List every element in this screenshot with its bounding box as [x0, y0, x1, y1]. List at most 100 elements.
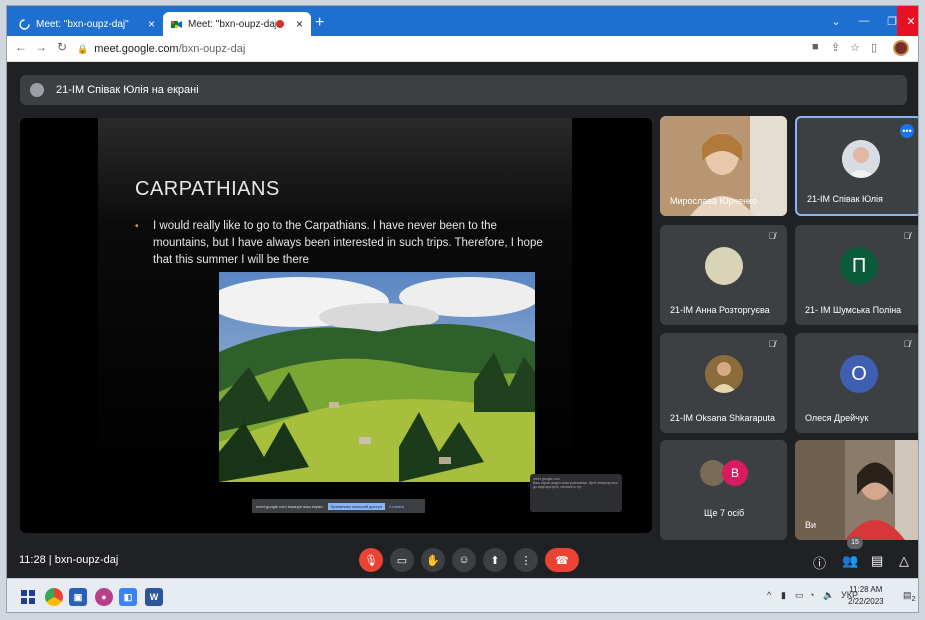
camera-icon: ▭ [396, 554, 408, 567]
address-bar[interactable]: 🔒 meet.google.com/bxn-oupz-daj [77, 39, 777, 59]
new-tab-icon[interactable]: + [315, 14, 324, 32]
participant-tile[interactable]: 🎙̸ 21-ІМ Oksana Shkaraputa [660, 333, 787, 433]
participant-tile[interactable]: Мирослава Юрченко [660, 116, 787, 216]
stop-sharing-button[interactable]: Припинити спільний доступ [327, 502, 385, 510]
raise-hand-button[interactable]: ✋ [421, 548, 445, 572]
notification-center-icon[interactable]: ▤2 [903, 590, 916, 603]
slide: CARPATHIANS • I would really like to go … [98, 118, 572, 482]
presentation-stage[interactable]: CARPATHIANS • I would really like to go … [20, 118, 652, 533]
participant-tile[interactable]: 🎙̸ 21-ІМ Анна Розторгуєва [660, 225, 787, 325]
participant-name: Мирослава Юрченко [670, 196, 758, 206]
participant-tile-active[interactable]: ••• 21-ІМ Співак Юлія [795, 116, 918, 216]
participant-name: 21- ІМ Шумська Поліна [805, 305, 902, 315]
slide-photo-mountains [219, 272, 535, 482]
back-icon[interactable]: ← [15, 40, 27, 54]
close-tab-icon[interactable]: × [296, 17, 303, 31]
tray-chevron-icon[interactable]: ^ [767, 590, 771, 600]
mic-off-icon: 🎙̸ [903, 339, 911, 349]
url-path: /bxn-oupz-daj [178, 43, 246, 55]
presenter-avatar [30, 83, 44, 97]
system-clock[interactable]: 11:28 AM 2/22/2023 [848, 584, 884, 608]
presenting-text: 21-ІМ Співак Юлія на екрані [56, 84, 199, 96]
google-meet-icon [171, 19, 182, 30]
word-icon[interactable]: W [145, 588, 163, 606]
forward-icon[interactable]: → [35, 40, 47, 54]
tab-title: Meet: "bxn-oupz-daj" [188, 18, 276, 30]
participant-initial-avatar: П [840, 247, 878, 285]
mic-toggle-button[interactable]: 🎙 [359, 548, 383, 572]
windows-taskbar: ▣ ● ◧ W ^ ▮ ▭ ◔ 🔈 УКР 11:28 AM 2/22/2023… [7, 578, 918, 612]
tray-battery-icon[interactable]: ▭ [795, 590, 804, 601]
tab-search-icon[interactable]: ⌄ [822, 6, 850, 36]
people-icon[interactable]: 👥 [842, 553, 858, 569]
meet-main: 21-ІМ Співак Юлія на екрані CARPATHIANS … [7, 63, 918, 578]
screen: Meet: "bxn-oupz-daj" × Meet: "bxn-oupz-d… [6, 5, 919, 613]
paint-icon[interactable]: ● [95, 588, 113, 606]
tab-title: Meet: "bxn-oupz-daj" [36, 18, 129, 30]
slide-title: CARPATHIANS [135, 178, 280, 200]
camera-indicator-icon[interactable]: ■ [812, 41, 819, 53]
bullet-icon: • [135, 221, 139, 232]
more-options-button[interactable]: ⋮ [514, 548, 538, 572]
browser-tab-1[interactable]: Meet: "bxn-oupz-daj" × [11, 12, 163, 36]
share-icon[interactable]: ⇪ [831, 41, 840, 54]
leave-call-button[interactable]: ☎ [545, 548, 579, 572]
emoji-icon: ☺ [458, 554, 470, 566]
browser-tabstrip: Meet: "bxn-oupz-daj" × Meet: "bxn-oupz-d… [7, 6, 918, 36]
participant-name: 21-ІМ Oksana Shkaraputa [670, 413, 776, 423]
camera-toggle-button[interactable]: ▭ [390, 548, 414, 572]
browser-tab-2[interactable]: Meet: "bxn-oupz-daj" × [163, 12, 311, 36]
mic-off-icon: 🎙̸ [903, 231, 911, 241]
close-window-icon[interactable]: ✕ [897, 6, 918, 36]
mic-off-icon: 🎙̸ [768, 339, 776, 349]
participant-initial-avatar: В [722, 460, 748, 486]
presenting-banner: 21-ІМ Співак Юлія на екрані [20, 75, 907, 105]
hand-icon: ✋ [426, 554, 440, 567]
self-name: Ви [805, 520, 817, 530]
activities-icon[interactable]: △ [899, 553, 909, 569]
participant-name: Олеся Дрейчук [805, 413, 869, 423]
people-count-badge: 15 [847, 537, 863, 549]
side-panel-icon[interactable]: ▯ [871, 41, 877, 54]
share-bar-text: meet.google.com показує ваш екран. [256, 503, 324, 509]
meet-mini-popup[interactable]: meet.google.com Ваш екран видно всім уча… [530, 474, 622, 512]
self-tile[interactable]: Ви [795, 440, 918, 540]
more-vert-icon: ⋮ [520, 554, 532, 567]
screen-share-bar: meet.google.com показує ваш екран. Припи… [252, 499, 425, 513]
participant-photo-avatar [705, 247, 743, 285]
chrome-icon[interactable] [45, 588, 63, 606]
minimize-icon[interactable]: — [850, 6, 878, 36]
app-icon[interactable]: ◧ [119, 588, 137, 606]
present-now-button[interactable]: ⬆ [483, 548, 507, 572]
more-options-icon[interactable]: ••• [900, 124, 914, 138]
meeting-code: bxn-oupz-daj [54, 554, 119, 566]
participant-tile[interactable]: 🎙̸ О Олеся Дрейчук [795, 333, 918, 433]
others-tile[interactable]: В Ще 7 осіб [660, 440, 787, 540]
present-icon: ⬆ [490, 554, 500, 567]
save-disk-icon[interactable]: ▣ [69, 588, 87, 606]
participant-tile[interactable]: 🎙̸ П 21- ІМ Шумська Поліна [795, 225, 918, 325]
tray-volume-icon[interactable]: 🔈 [823, 590, 834, 601]
browser-menu-icon[interactable]: ⋮ [913, 41, 918, 54]
recording-icon [275, 20, 284, 28]
mic-off-icon: 🎙̸ [768, 231, 776, 241]
tray-wifi-icon[interactable]: ◔ [809, 590, 814, 600]
participant-name: 21-ІМ Анна Розторгуєва [670, 305, 770, 315]
reload-icon[interactable]: ↻ [57, 40, 67, 54]
profile-avatar[interactable] [893, 40, 909, 56]
close-tab-icon[interactable]: × [148, 17, 155, 31]
others-count-label: Ще 7 осіб [704, 508, 745, 518]
start-windows-icon[interactable] [19, 588, 37, 606]
hang-up-icon: ☎ [555, 554, 569, 567]
clock-time: 11:28 AM [849, 585, 883, 594]
tray-usb-icon[interactable]: ▮ [781, 590, 786, 601]
browser-toolbar: ← → ↻ 🔒 meet.google.com/bxn-oupz-daj ■ ⇪… [7, 36, 918, 62]
popup-text: Ваш екран видно всім учасникам. Щоб пове… [533, 481, 618, 489]
bookmark-star-icon[interactable]: ☆ [850, 41, 860, 54]
meet-control-bar: 11:28 | bxn-oupz-daj 🎙 ▭ ✋ ☺ ⬆ ⋮ ☎ ⓘ 15 … [7, 537, 918, 578]
chat-icon[interactable]: ▤ [871, 553, 883, 569]
mic-off-icon: 🎙 [364, 554, 378, 567]
hide-share-bar-button[interactable]: Сховати [389, 504, 404, 509]
meeting-details-icon[interactable]: ⓘ [813, 553, 826, 572]
reactions-button[interactable]: ☺ [452, 548, 476, 572]
